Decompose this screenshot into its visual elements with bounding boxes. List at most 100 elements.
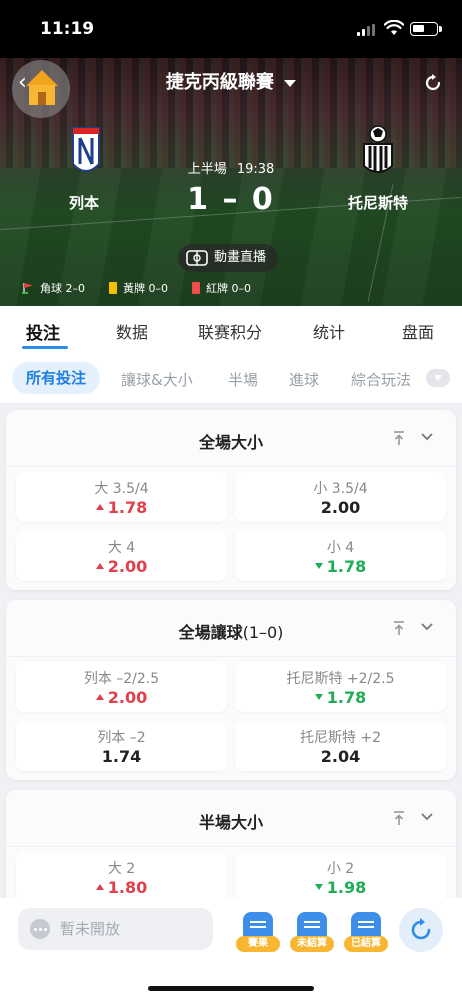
odds-label: 大 4 (107, 540, 136, 556)
odds-label: 托尼斯特 +2/2.5 (286, 671, 395, 687)
refresh-icon[interactable] (423, 73, 443, 93)
odds-down-icon (314, 693, 323, 700)
main-tabs: 投注 数据 联赛积分 统计 盘面 (0, 306, 462, 352)
expand-filter-icon[interactable] (426, 369, 450, 387)
odds-button[interactable]: 小 2 1.98 (235, 852, 446, 902)
caret-down-icon (284, 79, 297, 87)
market-title: 全場讓球(1–0) (6, 619, 456, 643)
bet-type-filter: 所有投注 讓球&大小 半場 進球 綜合玩法 (0, 352, 462, 404)
odds-number: 1.74 (101, 747, 142, 766)
league-selector[interactable]: 捷克丙級聯賽 (0, 68, 462, 94)
odds-number: 2.00 (107, 557, 148, 576)
odds-label: 托尼斯特 +2 (299, 730, 382, 746)
odds-value: 1.78 (235, 688, 446, 707)
settled-label: 已結算 (344, 936, 388, 952)
settled-button[interactable]: 已結算 (344, 912, 388, 956)
live-label: 動畫直播 (214, 250, 267, 265)
chevron-down-icon[interactable] (420, 812, 434, 822)
odds-up-icon (95, 693, 104, 700)
subtab-combo[interactable]: 綜合玩法 (351, 369, 411, 390)
odds-button[interactable]: 大 2 1.80 (16, 852, 227, 902)
divider (6, 466, 456, 467)
chevron-down-icon[interactable] (420, 432, 434, 442)
market-card: 全場讓球(1–0) 列本 –2/2.5 2.00 托尼斯特 +2/2.5 1.7… (6, 600, 456, 780)
tab-statistics[interactable]: 统计 (313, 319, 345, 343)
tab-lines[interactable]: 盘面 (402, 319, 434, 343)
odds-number: 2.04 (320, 747, 361, 766)
odds-value: 2.00 (16, 557, 227, 576)
odds-number: 2.00 (320, 498, 361, 517)
bottom-bar: 暫未開放 賽果 未結算 已結算 (0, 898, 462, 1000)
odds-label: 小 2 (326, 861, 355, 877)
odds-label: 大 2 (107, 861, 136, 877)
odds-down-icon (314, 562, 323, 569)
results-label: 賽果 (236, 936, 280, 952)
odds-button[interactable]: 列本 –2/2.5 2.00 (16, 662, 227, 712)
odds-button[interactable]: 小 3.5/4 2.00 (235, 472, 446, 522)
odds-label: 列本 –2/2.5 (83, 671, 160, 687)
subtab-half[interactable]: 半場 (228, 369, 258, 390)
odds-number: 1.78 (326, 557, 367, 576)
divider (6, 656, 456, 657)
odds-number: 2.00 (107, 688, 148, 707)
market-title: 全場大小 (6, 429, 456, 453)
yellow-stat: 黃牌 0–0 (123, 282, 168, 295)
odds-number: 1.78 (107, 498, 148, 517)
refresh-button[interactable] (399, 908, 443, 952)
subtab-goals[interactable]: 進球 (289, 369, 319, 390)
odds-value: 2.00 (16, 688, 227, 707)
chat-bubble-icon (30, 919, 50, 939)
market-card: 全場大小 大 3.5/4 1.78 小 3.5/4 2.00 大 4 2.00 … (6, 410, 456, 590)
odds-up-icon (95, 562, 104, 569)
odds-button[interactable]: 大 4 2.00 (16, 531, 227, 581)
active-tab-indicator (22, 346, 68, 349)
market-title-text: 全場讓球 (178, 623, 243, 642)
odds-label: 大 3.5/4 (94, 481, 149, 497)
market-card: 半場大小 大 2 1.80 小 2 1.98 (6, 790, 456, 910)
odds-button[interactable]: 托尼斯特 +2/2.5 1.78 (235, 662, 446, 712)
corners-stat: 角球 2–0 (40, 282, 85, 295)
results-button[interactable]: 賽果 (236, 912, 280, 956)
signal-icon (357, 24, 377, 36)
market-title: 半場大小 (6, 809, 456, 833)
tab-standings[interactable]: 联赛积分 (198, 319, 262, 343)
match-stats: 角球 2–0 黃牌 0–0 紅牌 0–0 (22, 278, 251, 298)
odds-button[interactable]: 小 4 1.78 (235, 531, 446, 581)
divider (6, 846, 456, 847)
chat-input[interactable]: 暫未開放 (18, 908, 213, 950)
odds-button[interactable]: 大 3.5/4 1.78 (16, 472, 227, 522)
unsettled-button[interactable]: 未結算 (290, 912, 334, 956)
market-title-text: 全場大小 (198, 433, 263, 452)
pin-top-icon[interactable] (392, 810, 406, 826)
odds-value: 2.04 (235, 747, 446, 766)
match-clock: 19:38 (236, 162, 275, 177)
league-name: 捷克丙級聯賽 (165, 72, 274, 93)
pin-top-icon[interactable] (392, 620, 406, 636)
market-title-sub: (1–0) (242, 623, 284, 642)
subtab-handicap-total[interactable]: 讓球&大小 (121, 369, 193, 390)
period-label: 上半場 (187, 162, 227, 177)
odds-button[interactable]: 列本 –2 1.74 (16, 721, 227, 771)
refresh-icon (411, 918, 431, 940)
odds-label: 列本 –2 (97, 730, 146, 746)
yellow-card-icon (109, 282, 117, 294)
chevron-down-icon[interactable] (420, 622, 434, 632)
home-indicator (148, 986, 314, 991)
battery-icon (410, 22, 438, 36)
subtab-all[interactable]: 所有投注 (12, 362, 101, 394)
tab-bet[interactable]: 投注 (26, 319, 60, 344)
pin-top-icon[interactable] (392, 430, 406, 446)
odds-up-icon (95, 883, 104, 890)
odds-number: 1.78 (326, 688, 367, 707)
odds-number: 1.80 (107, 878, 148, 897)
red-card-icon (192, 282, 200, 294)
battery-tip (439, 26, 442, 32)
tab-data[interactable]: 数据 (116, 319, 148, 343)
live-animation-button[interactable]: 動畫直播 (178, 244, 278, 272)
odds-value: 1.98 (235, 878, 446, 897)
odds-value: 1.74 (16, 747, 227, 766)
odds-value: 1.80 (16, 878, 227, 897)
odds-number: 1.98 (326, 878, 367, 897)
score: 1 – 0 (187, 182, 275, 217)
odds-button[interactable]: 托尼斯特 +2 2.04 (235, 721, 446, 771)
